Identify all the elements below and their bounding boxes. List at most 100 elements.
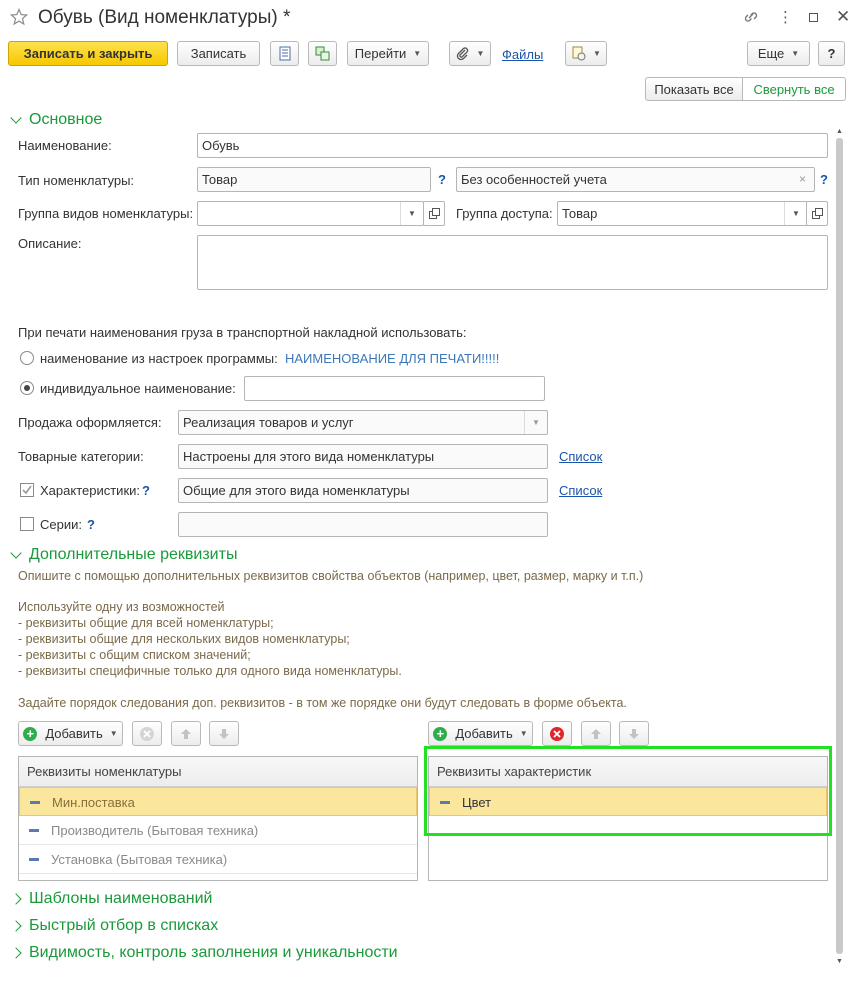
group-open-button[interactable]	[423, 201, 445, 226]
attribute-icon	[30, 801, 40, 804]
help-button[interactable]: ?	[818, 41, 845, 66]
collapse-all-button[interactable]: Свернуть все	[742, 77, 846, 101]
scrollbar-thumb[interactable]	[836, 138, 843, 954]
chevron-down-icon: ▼	[109, 729, 118, 738]
clear-icon[interactable]: ×	[799, 168, 806, 191]
goto-menu-button[interactable]: Перейти ▼	[347, 41, 429, 66]
chevron-right-icon	[10, 920, 22, 932]
chevron-down-icon[interactable]: ▼	[784, 202, 807, 225]
type-label: Тип номенклатуры:	[18, 173, 135, 188]
section-visibility[interactable]: Видимость, контроль заполнения и уникаль…	[10, 944, 398, 962]
show-all-button[interactable]: Показать все	[645, 77, 743, 101]
close-icon[interactable]: ✕	[836, 7, 850, 27]
checkmark-icon	[22, 485, 32, 495]
add-item-attribute-button[interactable]: + Добавить ▼	[18, 721, 123, 746]
table-row[interactable]: Мин.поставка	[19, 787, 417, 816]
save-button[interactable]: Записать	[177, 41, 260, 66]
more-menu-button[interactable]: Еще ▼	[747, 41, 810, 66]
attach-button[interactable]: ▼	[449, 41, 491, 66]
section-title: Шаблоны наименований	[29, 890, 213, 907]
move-down-characteristic-button[interactable]	[619, 721, 649, 746]
window-menu-icon[interactable]: ⋮	[778, 8, 793, 26]
favorite-star-icon[interactable]	[9, 7, 29, 29]
radio-individual-name[interactable]	[20, 381, 34, 395]
section-title: Видимость, контроль заполнения и уникаль…	[29, 944, 398, 961]
table-row[interactable]: Производитель (Бытовая техника)	[19, 816, 417, 845]
chevron-down-icon: ▼	[476, 49, 485, 58]
report-icon	[279, 46, 290, 61]
radio-settings-name[interactable]	[20, 351, 34, 365]
arrow-down-icon	[629, 728, 639, 739]
section-title: Быстрый отбор в списках	[29, 917, 219, 934]
categories-field[interactable]: Настроены для этого вида номенклатуры	[178, 444, 548, 469]
group-field[interactable]: ▼	[197, 201, 424, 226]
characteristics-list-link[interactable]: Список	[559, 483, 602, 498]
move-down-item-button[interactable]	[209, 721, 239, 746]
print-menu-button[interactable]: ▼	[565, 41, 607, 66]
delete-icon	[550, 726, 564, 741]
chevron-down-icon[interactable]: ▼	[400, 202, 423, 225]
radio-individual-label[interactable]: индивидуальное наименование:	[40, 381, 236, 396]
goto-menu-label: Перейти	[354, 46, 407, 61]
access-group-value: Товар	[562, 206, 598, 221]
save-and-close-button[interactable]: Записать и закрыть	[8, 41, 168, 66]
access-group-field[interactable]: Товар ▼	[557, 201, 808, 226]
accounting-help-icon[interactable]: ?	[820, 172, 828, 187]
scroll-up-icon[interactable]: ▲	[835, 128, 844, 136]
sale-label: Продажа оформляется:	[18, 415, 162, 430]
highlight-frame	[424, 746, 832, 836]
chevron-down-icon: ▼	[791, 49, 800, 58]
sale-value: Реализация товаров и услуг	[183, 415, 354, 430]
chevron-down-icon[interactable]: ▼	[524, 411, 547, 434]
section-name-templates[interactable]: Шаблоны наименований	[10, 890, 213, 908]
structure-button[interactable]	[308, 41, 337, 66]
radio-settings-label[interactable]: наименование из настроек программы:	[40, 351, 278, 366]
type-field[interactable]: Товар	[197, 167, 431, 192]
characteristics-help-icon[interactable]: ?	[142, 483, 150, 498]
name-label: Наименование:	[18, 138, 112, 153]
attribute-icon	[29, 858, 39, 861]
categories-list-link[interactable]: Список	[559, 449, 602, 464]
item-attributes-table[interactable]: Реквизиты номенклатуры Мин.поставка Прои…	[18, 756, 418, 881]
series-checkbox[interactable]	[20, 517, 34, 531]
series-help-icon[interactable]: ?	[87, 517, 95, 532]
delete-characteristic-attribute-button[interactable]	[542, 721, 572, 746]
scrollbar[interactable]: ▲ ▼	[835, 128, 844, 966]
files-link[interactable]: Файлы	[502, 47, 543, 62]
chevron-down-icon	[10, 111, 22, 124]
row-label: Установка (Бытовая техника)	[51, 852, 228, 867]
extra-hint-7: Задайте порядок следования доп. реквизит…	[18, 696, 627, 710]
print-icon	[572, 46, 586, 61]
chevron-down-icon: ▼	[519, 729, 528, 738]
report-button[interactable]	[270, 41, 299, 66]
add-icon: +	[433, 726, 448, 741]
extra-hint-5: - реквизиты с общим списком значений;	[18, 648, 251, 662]
move-up-item-button[interactable]	[171, 721, 201, 746]
scroll-down-icon[interactable]: ▼	[835, 958, 844, 966]
series-field[interactable]	[178, 512, 548, 537]
individual-name-field[interactable]	[244, 376, 545, 401]
section-quick-filter[interactable]: Быстрый отбор в списках	[10, 917, 219, 935]
characteristics-field[interactable]: Общие для этого вида номенклатуры	[178, 478, 548, 503]
maximize-icon[interactable]	[809, 13, 818, 22]
characteristics-checkbox[interactable]	[20, 483, 34, 497]
type-help-icon[interactable]: ?	[438, 172, 446, 187]
add-label: Добавить	[455, 726, 513, 741]
print-name-value: НАИМЕНОВАНИЕ ДЛЯ ПЕЧАТИ!!!!!	[285, 351, 500, 366]
chevron-down-icon: ▼	[593, 49, 601, 58]
move-up-characteristic-button[interactable]	[581, 721, 611, 746]
name-field[interactable]: Обувь	[197, 133, 828, 158]
section-main-header[interactable]: Основное	[10, 111, 103, 129]
access-open-button[interactable]	[806, 201, 828, 226]
table-row[interactable]: Установка (Бытовая техника)	[19, 845, 417, 874]
delete-item-attribute-button[interactable]	[132, 721, 162, 746]
description-field[interactable]	[197, 235, 828, 290]
section-extra-header[interactable]: Дополнительные реквизиты	[10, 546, 237, 564]
link-icon[interactable]	[742, 9, 760, 28]
section-main-title: Основное	[29, 111, 103, 128]
open-icon	[811, 208, 823, 219]
accounting-field[interactable]: Без особенностей учета ×	[456, 167, 815, 192]
sale-field[interactable]: Реализация товаров и услуг ▼	[178, 410, 548, 435]
group-label: Группа видов номенклатуры:	[18, 206, 194, 221]
add-characteristic-attribute-button[interactable]: + Добавить ▼	[428, 721, 533, 746]
